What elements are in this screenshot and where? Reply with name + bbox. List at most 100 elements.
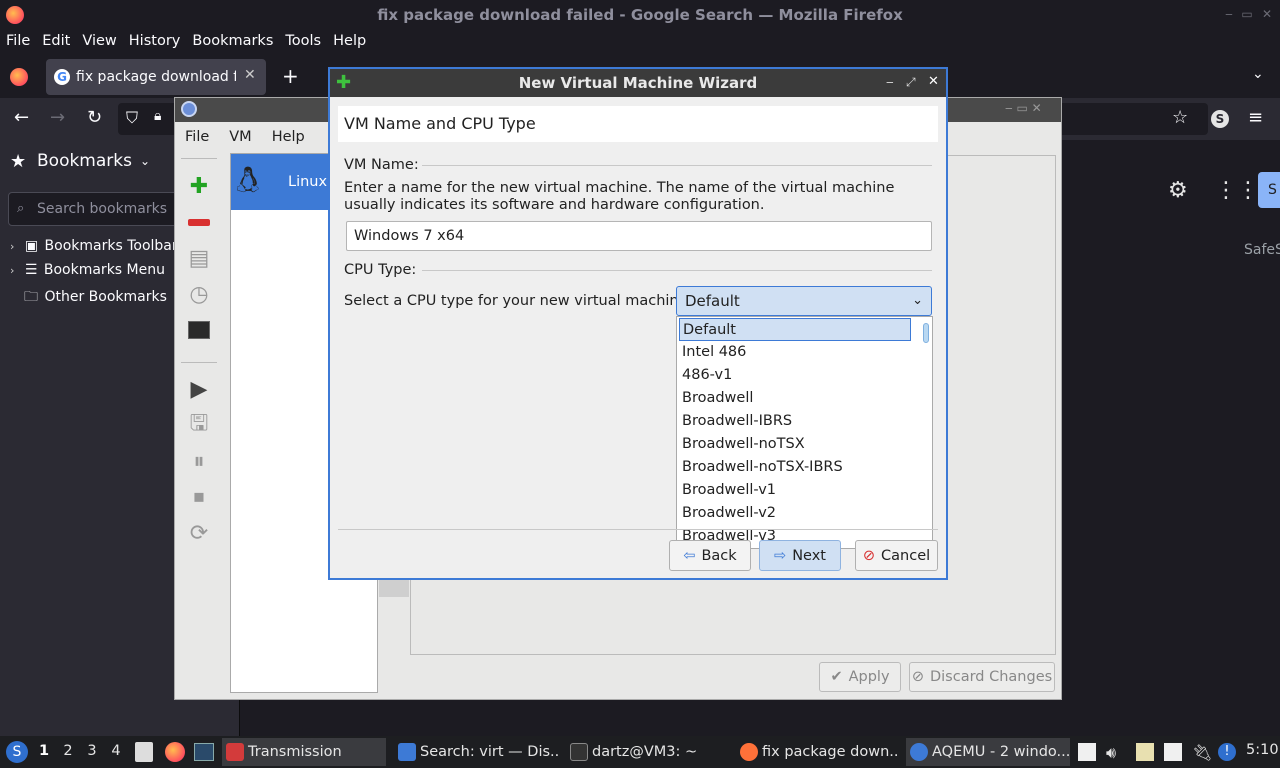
- remove-vm-icon[interactable]: [181, 206, 217, 238]
- window-title: fix package download failed - Google Sea…: [377, 6, 903, 24]
- menu-tools[interactable]: Tools: [285, 33, 321, 49]
- cpu-type-dropdown-list[interactable]: Default Intel 486 486-v1 Broadwell Broad…: [676, 316, 933, 549]
- cpu-option[interactable]: Default: [679, 318, 911, 341]
- menu-file[interactable]: File: [6, 33, 30, 49]
- tux-icon: 🐧︎: [237, 160, 260, 201]
- workspace-2[interactable]: 2: [61, 743, 75, 759]
- clock-icon[interactable]: ◷: [181, 278, 217, 310]
- file-manager-launcher-icon[interactable]: [135, 742, 153, 762]
- menu-bookmarks[interactable]: Bookmarks: [192, 33, 273, 49]
- cpu-type-group-title: CPU Type:: [344, 262, 417, 278]
- bookmark-star-icon[interactable]: ☆: [1172, 107, 1188, 128]
- terminal-icon[interactable]: [181, 314, 217, 346]
- workspace-4[interactable]: 4: [109, 743, 123, 759]
- task-firefox[interactable]: fix package down...: [736, 738, 900, 766]
- firefox-view-icon[interactable]: [10, 68, 28, 86]
- workspace-3[interactable]: 3: [85, 743, 99, 759]
- clipboard-icon[interactable]: [1136, 743, 1154, 761]
- sidebar-title[interactable]: Bookmarks: [37, 151, 132, 171]
- workspace-1[interactable]: 1: [37, 743, 51, 759]
- sign-in-button[interactable]: S: [1258, 172, 1280, 208]
- aqemu-menu-file[interactable]: File: [185, 129, 209, 145]
- notification-icon[interactable]: !: [1218, 743, 1236, 761]
- dropdown-scrollbar[interactable]: [923, 323, 929, 343]
- task-search-virt[interactable]: Search: virt — Dis...: [394, 738, 558, 766]
- firefox-icon: [740, 743, 758, 761]
- lock-icon[interactable]: 🔒︎: [154, 108, 161, 124]
- aqemu-window-controls[interactable]: ‒ ▭ ✕: [1005, 101, 1042, 115]
- bookmark-folder-toolbar[interactable]: › ▣ Bookmarks Toolbar: [10, 238, 178, 254]
- back-icon[interactable]: ←: [14, 107, 29, 128]
- tab-google-search[interactable]: G fix package download failed - Google S…: [46, 59, 266, 95]
- pause-icon[interactable]: ⏸: [181, 445, 217, 477]
- new-vm-wizard-dialog: ✚ New Virtual Machine Wizard ‒ ⤢ ✕ VM Na…: [328, 67, 948, 580]
- cpu-type-select[interactable]: Default ⌄: [676, 286, 932, 316]
- settings-gear-icon[interactable]: ⚙: [1168, 178, 1188, 203]
- add-vm-icon[interactable]: ✚: [181, 170, 217, 202]
- cpu-option[interactable]: Broadwell: [679, 387, 911, 410]
- disk-manager-icon[interactable]: ▤: [181, 242, 217, 274]
- expand-arrow-icon[interactable]: ›: [10, 240, 14, 253]
- safesearch-label[interactable]: SafeS: [1244, 242, 1280, 258]
- notes-tray-icon[interactable]: [1078, 743, 1096, 761]
- volume-icon[interactable]: 🔊︎: [1106, 743, 1124, 762]
- maximize-icon[interactable]: ▭: [1240, 7, 1254, 21]
- menu-view[interactable]: View: [82, 33, 116, 49]
- save-icon[interactable]: 🖫: [181, 409, 217, 441]
- vm-name-group-title: VM Name:: [344, 157, 419, 173]
- wizard-titlebar: ✚ New Virtual Machine Wizard ‒ ⤢ ✕: [330, 69, 946, 97]
- apps-grid-icon[interactable]: ⋮⋮: [1215, 178, 1259, 203]
- reload-icon[interactable]: ↻: [87, 107, 102, 128]
- account-icon[interactable]: S: [1211, 110, 1229, 128]
- cpu-option[interactable]: Broadwell-v1: [679, 479, 911, 502]
- list-tabs-icon[interactable]: ⌄: [1252, 66, 1264, 82]
- tab-close-icon[interactable]: ✕: [244, 67, 256, 83]
- folder-icon: 🗀︎: [24, 289, 38, 305]
- wizard-close-icon[interactable]: ✕: [928, 74, 939, 89]
- reset-icon[interactable]: ⟳: [181, 517, 217, 549]
- vm-name-input[interactable]: [346, 221, 932, 251]
- clock[interactable]: 5:10: [1246, 742, 1279, 758]
- terminal-launcher-icon[interactable]: [194, 743, 214, 761]
- discard-changes-button[interactable]: ⊘ Discard Changes: [909, 662, 1055, 692]
- close-icon[interactable]: ✕: [1260, 7, 1274, 21]
- aqemu-menu-help[interactable]: Help: [272, 129, 305, 145]
- next-button[interactable]: ⇨ Next: [759, 540, 841, 571]
- wizard-minimize-icon[interactable]: ‒: [886, 75, 894, 89]
- menu-hamburger-icon[interactable]: ≡: [1248, 107, 1263, 128]
- start-menu-icon[interactable]: S: [6, 741, 28, 763]
- cpu-option[interactable]: Broadwell-noTSX-IBRS: [679, 456, 911, 479]
- expand-arrow-icon[interactable]: ›: [10, 264, 14, 277]
- firefox-launcher-icon[interactable]: [165, 742, 185, 762]
- task-transmission[interactable]: Transmission: [222, 738, 386, 766]
- chevron-down-icon[interactable]: ⌄: [140, 154, 150, 168]
- new-tab-icon[interactable]: +: [282, 64, 299, 88]
- cpu-option[interactable]: Intel 486: [679, 341, 911, 364]
- forward-icon[interactable]: →: [50, 107, 65, 128]
- menu-history[interactable]: History: [129, 33, 181, 49]
- cpu-option[interactable]: Broadwell-IBRS: [679, 410, 911, 433]
- task-terminal[interactable]: dartz@VM3: ~: [566, 738, 730, 766]
- aqemu-menu-vm[interactable]: VM: [229, 129, 251, 145]
- shield-icon[interactable]: ⛉: [126, 108, 138, 128]
- back-button[interactable]: ⇦ Back: [669, 540, 751, 571]
- start-icon[interactable]: ▶: [181, 373, 217, 405]
- bookmark-folder-menu[interactable]: › ☰ Bookmarks Menu: [10, 262, 165, 278]
- cpu-option[interactable]: 486-v1: [679, 364, 911, 387]
- cpu-option[interactable]: Broadwell-v2: [679, 502, 911, 525]
- task-aqemu[interactable]: AQEMU - 2 windo...: [906, 738, 1070, 766]
- cancel-button[interactable]: ⊘ Cancel: [855, 540, 938, 571]
- stop-icon[interactable]: ⏹: [181, 481, 217, 513]
- network-plug-icon[interactable]: 🔌︎: [1192, 743, 1212, 762]
- cpu-option[interactable]: Broadwell-noTSX: [679, 433, 911, 456]
- menu-help[interactable]: Help: [333, 33, 366, 49]
- menu-edit[interactable]: Edit: [42, 33, 70, 49]
- wizard-maximize-icon[interactable]: ⤢: [906, 75, 916, 90]
- tab-label: fix package download failed - Google Sea…: [76, 69, 236, 85]
- apply-button[interactable]: ✔ Apply: [819, 662, 901, 692]
- search-icon: ⌕: [17, 201, 25, 216]
- document-tray-icon[interactable]: [1164, 743, 1182, 761]
- terminal-icon: [570, 743, 588, 761]
- minimize-icon[interactable]: ‒: [1222, 7, 1236, 21]
- bookmark-folder-other[interactable]: 🗀︎ Other Bookmarks: [24, 286, 167, 310]
